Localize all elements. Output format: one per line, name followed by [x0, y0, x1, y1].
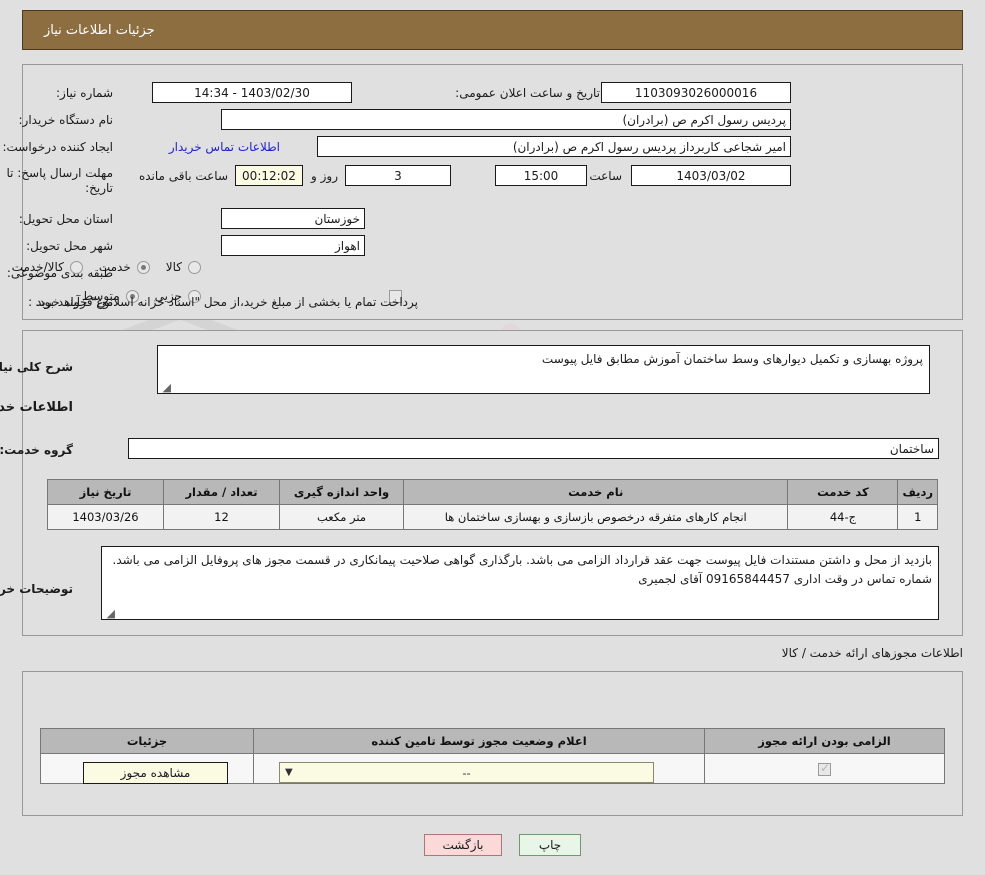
delivery-city-value: اهواز — [221, 235, 365, 256]
need-number-value: 1103093026000016 — [601, 82, 791, 103]
cell-qty: 12 — [163, 504, 280, 530]
radio-icon[interactable] — [136, 260, 150, 274]
deadline-hour-label: ساعت — [589, 169, 622, 183]
col-unit: واحد اندازه گیری — [279, 479, 404, 505]
col-date: تاریخ نیاز — [47, 479, 164, 505]
page-title: جزئیات اطلاعات نیاز — [44, 22, 155, 38]
cell-row: 1 — [897, 504, 938, 530]
col-name: نام خدمت — [402, 479, 789, 505]
delivery-city-label: شهر محل تحویل: — [26, 239, 113, 253]
buyer-org-label: نام دستگاه خریدار: — [18, 113, 114, 127]
need-number-label: شماره نیاز: — [56, 86, 113, 100]
response-deadline-label-line1: مهلت ارسال پاسخ: تا — [6, 166, 113, 180]
buyer-contact-link[interactable]: اطلاعات تماس خریدار — [169, 140, 280, 155]
print-button[interactable]: چاپ — [519, 834, 581, 856]
services-info-title: اطلاعات خدمات مورد نیاز — [0, 400, 73, 415]
col-license-details: جزئیات — [40, 728, 254, 754]
deadline-hour-value: 15:00 — [495, 165, 587, 186]
buyer-notes-text: بازدید از محل و داشتن مستندات فایل پیوست… — [112, 553, 933, 586]
remaining-days-label: روز و — [311, 169, 338, 183]
col-row: ردیف — [897, 479, 938, 505]
category-option-2-label: کالا/خدمت — [11, 260, 64, 274]
back-button[interactable]: بازگشت — [424, 834, 502, 856]
page-title-bar: جزئیات اطلاعات نیاز — [22, 10, 963, 50]
need-description-text: پروژه بهسازی و تکمیل دیوارهای وسط ساختما… — [541, 352, 923, 366]
treasury-bonds-note: پرداخت تمام یا بخشی از مبلغ خرید،از محل … — [35, 295, 418, 309]
view-license-button[interactable]: مشاهده مجوز — [83, 762, 228, 784]
delivery-province-value: خوزستان — [221, 208, 365, 229]
response-deadline-label: مهلت ارسال پاسخ: تا تاریخ: — [6, 166, 113, 196]
resize-grip-icon[interactable]: ◢ — [104, 608, 115, 619]
license-status-selected-value: -- — [462, 765, 471, 780]
announce-datetime-label: تاریخ و ساعت اعلان عمومی: — [455, 86, 600, 100]
remaining-days-value: 3 — [345, 165, 451, 186]
page-root: AriaTender.net جزئیات اطلاعات نیاز شماره… — [0, 0, 985, 875]
category-option-0-label: کالا — [165, 260, 182, 274]
cell-name: انجام کارهای متفرقه درخصوص بازسازی و بهس… — [402, 504, 789, 530]
back-button-label: بازگشت — [442, 838, 484, 852]
remaining-time-label: ساعت باقی مانده — [138, 169, 228, 183]
view-license-button-label: مشاهده مجوز — [120, 766, 191, 780]
table-row: 1 ج-44 انجام کارهای متفرقه درخصوص بازساز… — [47, 504, 938, 530]
need-description-value: پروژه بهسازی و تکمیل دیوارهای وسط ساختما… — [157, 345, 930, 394]
announce-datetime-value: 1403/02/30 - 14:34 — [152, 82, 352, 103]
buyer-notes-label: توضیحات خریدار: — [0, 582, 73, 596]
license-required-checkbox[interactable] — [818, 761, 831, 776]
col-license-status: اعلام وضعیت مجوز توسط تامین کننده — [253, 728, 705, 754]
print-button-label: چاپ — [538, 838, 562, 852]
category-option-1-label: خدمت — [98, 260, 131, 274]
need-description-label: شرح کلی نیاز: — [0, 360, 73, 374]
services-table: ردیف کد خدمت نام خدمت واحد اندازه گیری ت… — [47, 479, 938, 530]
col-license-required: الزامی بودن ارائه مجوز — [704, 728, 945, 754]
category-radio-group: کالا خدمت کالا/خدمت — [0, 260, 201, 274]
remaining-time-value: 00:12:02 — [235, 165, 303, 186]
category-option-2[interactable]: کالا/خدمت — [12, 260, 83, 274]
delivery-province-label: استان محل تحویل: — [18, 212, 113, 226]
request-creator-label: ایجاد کننده درخواست: — [2, 140, 113, 154]
col-code: کد خدمت — [787, 479, 899, 505]
service-group-value: ساختمان — [128, 438, 939, 459]
cell-unit: متر مکعب — [279, 504, 404, 530]
buyer-org-value: پردیس رسول اکرم ص (برادران) — [221, 109, 791, 130]
licenses-table-header-row: الزامی بودن ارائه مجوز اعلام وضعیت مجوز … — [40, 728, 945, 754]
chevron-down-icon[interactable]: ▼ — [285, 767, 293, 778]
category-option-1[interactable]: خدمت — [99, 260, 150, 274]
cell-code: ج-44 — [787, 504, 899, 530]
response-deadline-label-line2: تاریخ: — [85, 181, 113, 195]
cell-license-required — [704, 753, 945, 784]
resize-grip-icon[interactable]: ◢ — [160, 382, 171, 393]
radio-icon[interactable] — [69, 260, 83, 274]
deadline-date-value: 1403/03/02 — [631, 165, 791, 186]
license-status-select[interactable]: -- ▼ — [279, 762, 654, 783]
service-group-label: گروه خدمت: — [0, 443, 73, 457]
category-option-0[interactable]: کالا — [166, 260, 201, 274]
services-table-header-row: ردیف کد خدمت نام خدمت واحد اندازه گیری ت… — [47, 479, 938, 505]
cell-date: 1403/03/26 — [47, 504, 164, 530]
radio-icon[interactable] — [188, 260, 201, 274]
request-creator-value: امیر شجاعی کاربرداز پردیس رسول اکرم ص (ب… — [317, 136, 791, 157]
buyer-notes-value: بازدید از محل و داشتن مستندات فایل پیوست… — [101, 546, 939, 620]
col-qty: تعداد / مقدار — [163, 479, 280, 505]
licenses-section-title: اطلاعات مجوزهای ارائه خدمت / کالا — [781, 646, 963, 660]
